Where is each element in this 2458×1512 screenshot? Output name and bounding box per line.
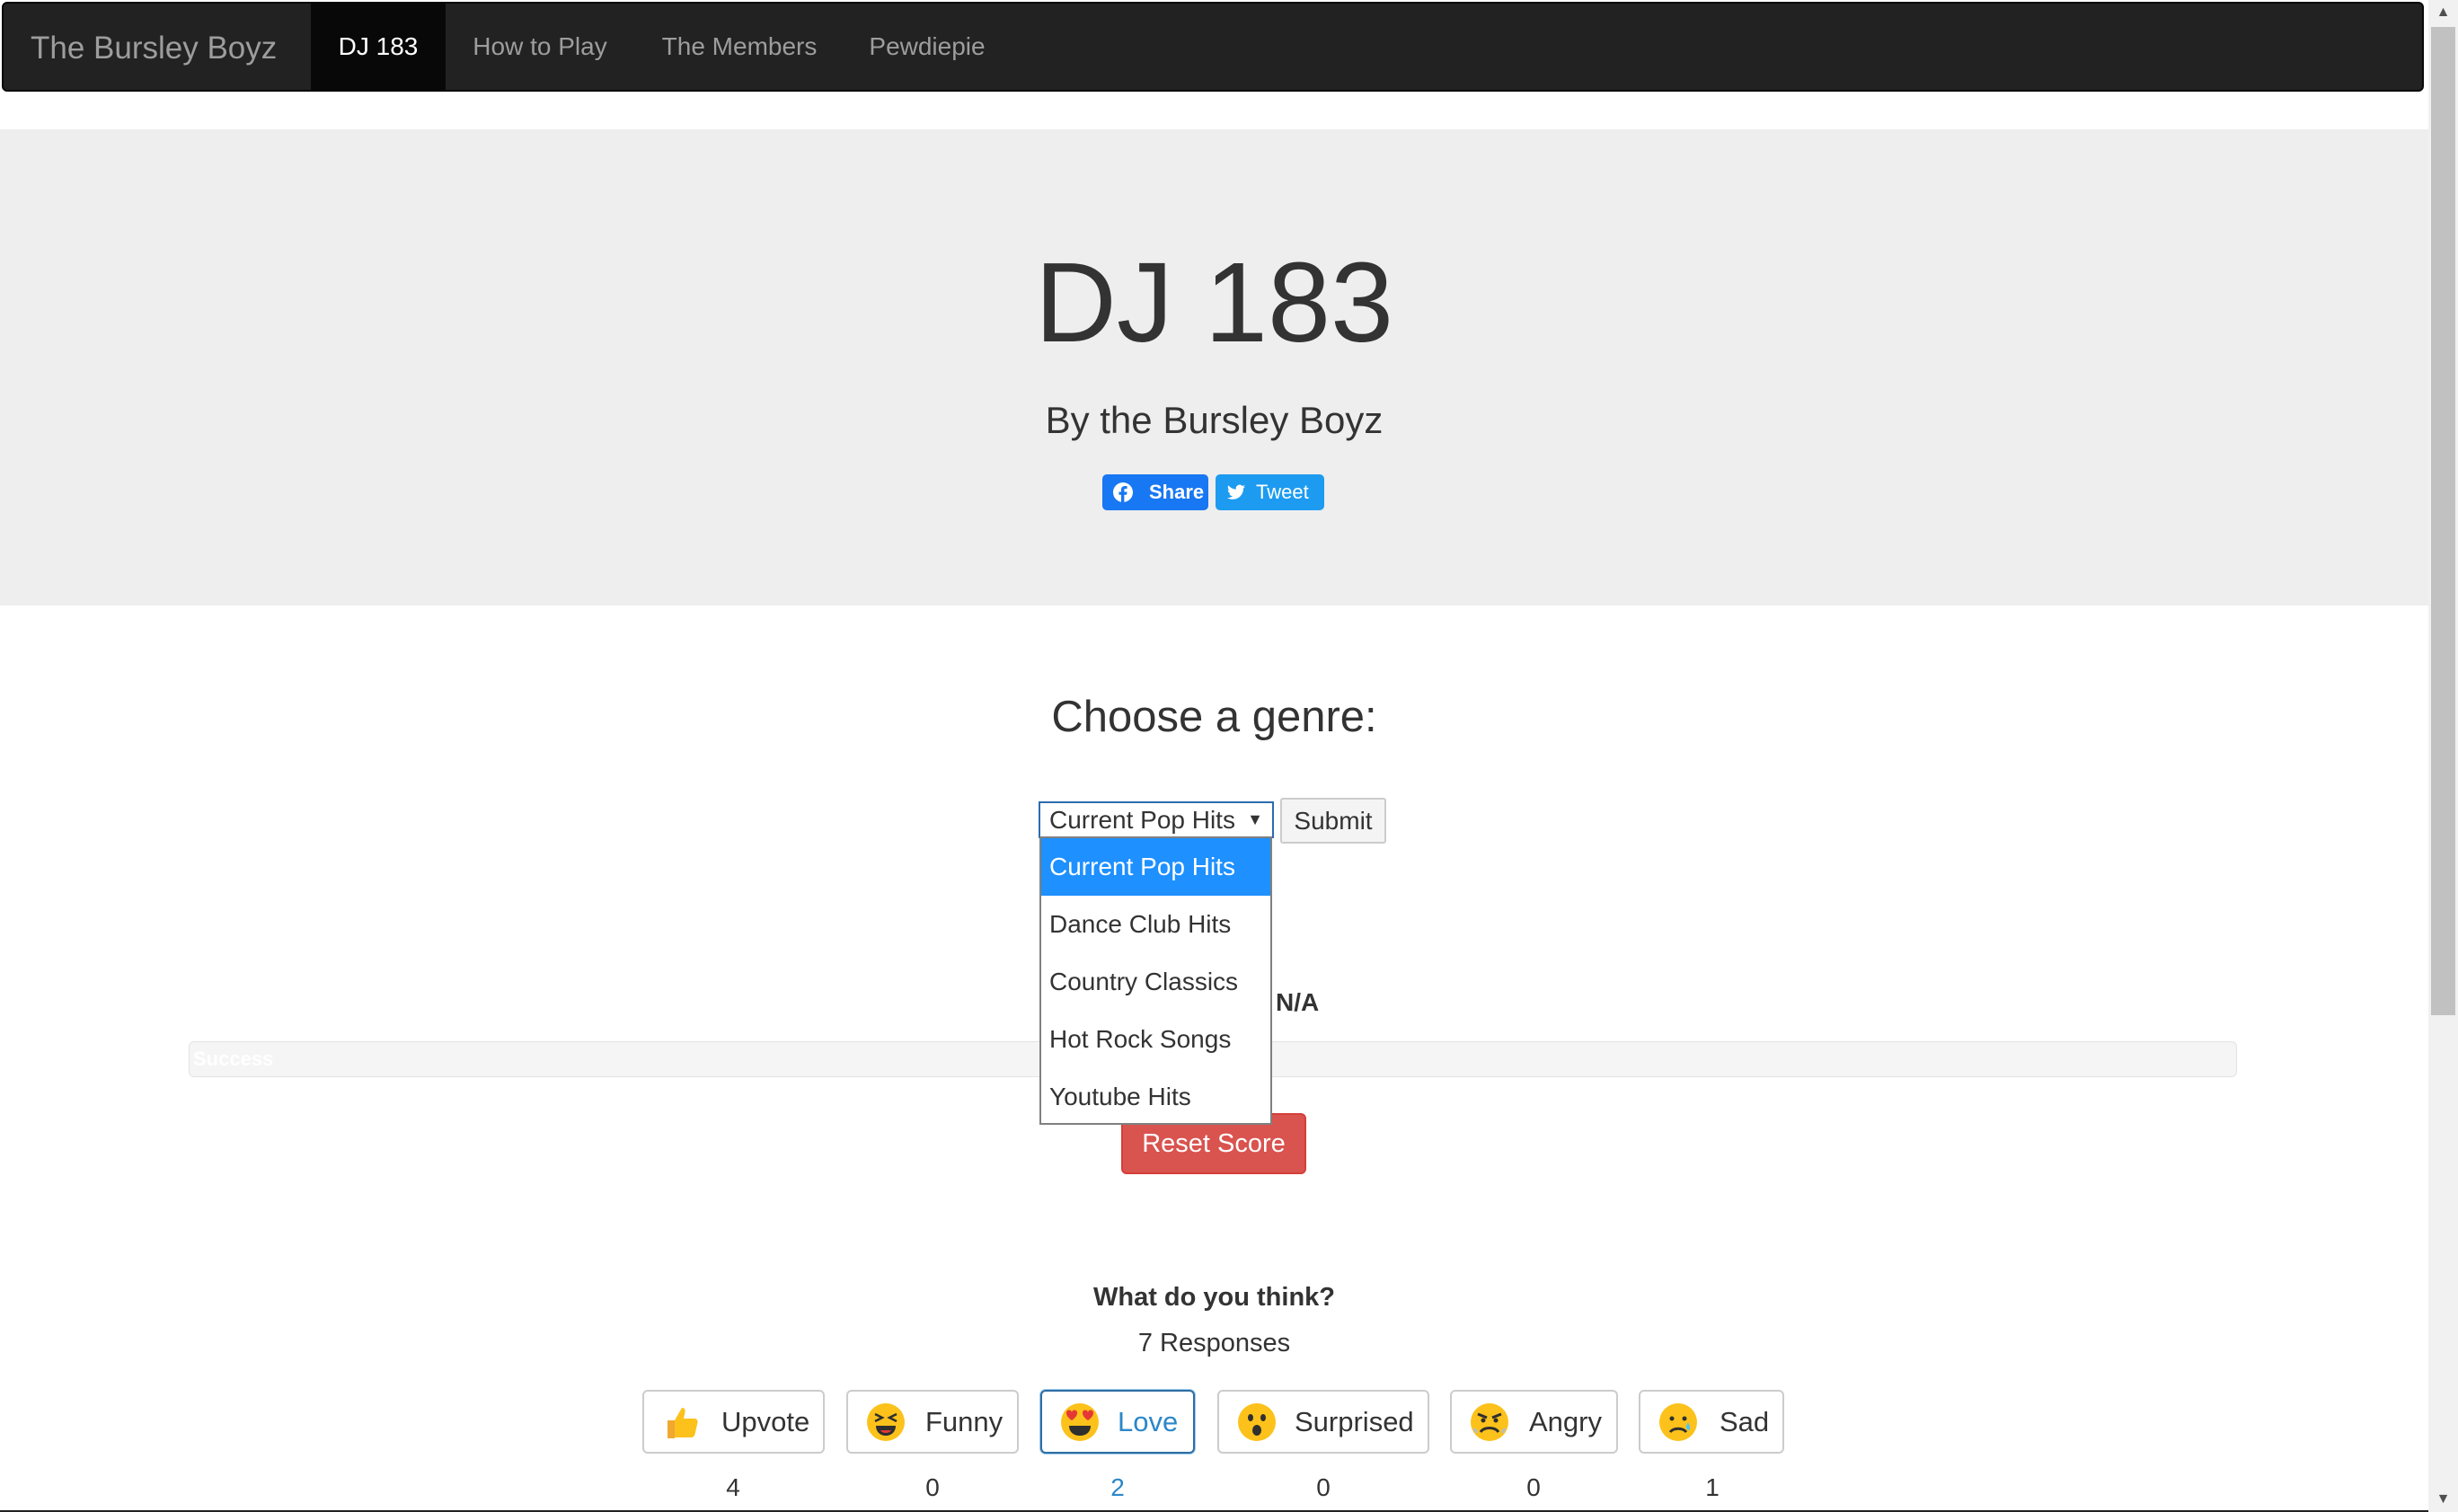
genre-option-youtube-hits[interactable]: Youtube Hits <box>1041 1068 1270 1126</box>
reaction-surprised-button[interactable]: Surprised <box>1217 1390 1429 1454</box>
navbar-brand[interactable]: The Bursley Boyz <box>31 4 277 93</box>
reaction-sad-button[interactable]: Sad <box>1639 1390 1784 1454</box>
nav-item-the-members[interactable]: The Members <box>647 4 832 90</box>
scroll-up-arrow-icon[interactable]: ▲ <box>2428 0 2458 25</box>
laughing-face-icon <box>867 1403 905 1441</box>
reaction-angry-button[interactable]: Angry <box>1450 1390 1618 1454</box>
reaction-upvote-label: Upvote <box>721 1406 810 1437</box>
reaction-funny-button[interactable]: Funny <box>846 1390 1019 1454</box>
genre-dropdown-list: Current Pop Hits Dance Club Hits Country… <box>1039 836 1272 1125</box>
reactions-count: 7 Responses <box>1137 1329 1291 1357</box>
jumbotron: DJ 183 By the Bursley Boyz Share Tweet <box>0 129 2428 606</box>
page-title: DJ 183 <box>1034 239 1394 366</box>
reaction-upvote-button[interactable]: Upvote <box>642 1390 825 1454</box>
genre-heading: Choose a genre: <box>1051 693 1377 741</box>
nav-item-pewdiepie[interactable]: Pewdiepie <box>853 4 1001 90</box>
progress-text: Success <box>193 1048 274 1070</box>
tweet-label: Tweet <box>1256 481 1309 503</box>
facebook-share-button[interactable]: Share <box>1102 474 1208 510</box>
reaction-surprised-label: Surprised <box>1295 1406 1414 1437</box>
reaction-upvote-count: 4 <box>726 1473 740 1501</box>
reaction-funny-count: 0 <box>925 1473 940 1501</box>
reactions-title: What do you think? <box>1092 1283 1335 1312</box>
score-value: N/A <box>1276 988 1320 1016</box>
surprised-face-icon <box>1238 1403 1276 1441</box>
heart-eyes-icon <box>1061 1403 1099 1441</box>
reaction-love-count: 2 <box>1110 1473 1125 1501</box>
reaction-love-button[interactable]: Love <box>1040 1390 1195 1454</box>
reaction-love-label: Love <box>1118 1406 1179 1437</box>
genre-option-country-classics[interactable]: Country Classics <box>1041 953 1270 1011</box>
reaction-angry-count: 0 <box>1526 1473 1541 1501</box>
genre-option-dance-club-hits[interactable]: Dance Club Hits <box>1041 896 1270 953</box>
sad-face-icon <box>1659 1403 1697 1441</box>
reaction-angry-label: Angry <box>1529 1406 1602 1437</box>
scroll-down-arrow-icon[interactable]: ▼ <box>2428 1487 2458 1512</box>
scrollbar-thumb[interactable] <box>2431 27 2455 1015</box>
genre-select[interactable]: Current Pop Hits ▼ <box>1039 801 1274 838</box>
nav-item-how-to-play[interactable]: How to Play <box>455 4 625 90</box>
genre-option-current-pop-hits[interactable]: Current Pop Hits <box>1041 838 1270 896</box>
twitter-tweet-button[interactable]: Tweet <box>1216 474 1324 510</box>
top-navbar: The Bursley Boyz DJ 183 How to Play The … <box>2 2 2424 92</box>
twitter-bird-icon <box>1226 484 1246 500</box>
angry-face-icon <box>1471 1403 1508 1441</box>
page-subtitle: By the Bursley Boyz <box>1045 399 1384 441</box>
reaction-funny-label: Funny <box>925 1406 1004 1437</box>
nav-item-dj-183[interactable]: DJ 183 <box>311 4 446 90</box>
submit-button[interactable]: Submit <box>1280 798 1386 844</box>
caret-down-icon: ▼ <box>1247 810 1263 828</box>
facebook-icon <box>1113 482 1133 502</box>
thumbs-up-icon <box>668 1408 698 1438</box>
genre-option-hot-rock-songs[interactable]: Hot Rock Songs <box>1041 1011 1270 1068</box>
reaction-sad-label: Sad <box>1720 1406 1770 1437</box>
share-label: Share <box>1149 481 1205 503</box>
reaction-surprised-count: 0 <box>1316 1473 1331 1501</box>
genre-select-value: Current Pop Hits <box>1049 806 1235 834</box>
reaction-sad-count: 1 <box>1705 1473 1720 1501</box>
